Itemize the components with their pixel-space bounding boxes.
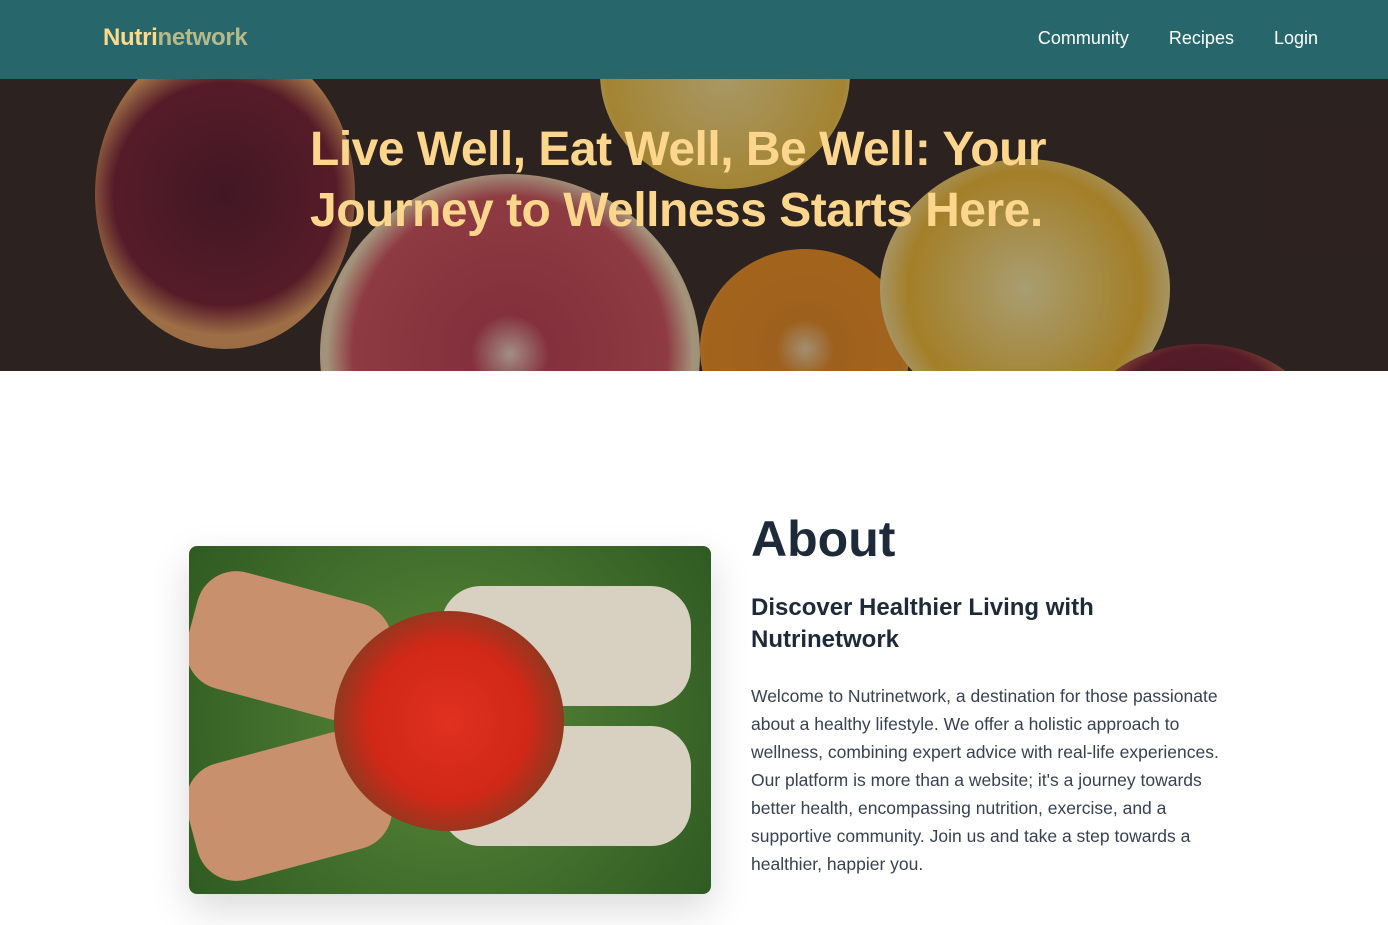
hero-title: Live Well, Eat Well, Be Well: Your Journ… <box>310 123 1047 237</box>
hero-banner: Live Well, Eat Well, Be Well: Your Journ… <box>0 79 1388 371</box>
about-heading: About <box>751 511 896 567</box>
logo-part-1: Nutri <box>103 24 158 51</box>
logo-part-2: network <box>157 24 248 51</box>
logo[interactable]: Nutrinetwork <box>103 24 248 52</box>
top-navbar: Nutrinetwork Community Recipes Login <box>0 0 1388 79</box>
nav-login[interactable]: Login <box>1274 28 1318 49</box>
about-body: Welcome to Nutrinetwork, a destination f… <box>751 686 1219 874</box>
about-image-tomatoes-bowl <box>189 546 711 894</box>
about-subheading: Discover Healthier Living with Nutrinetw… <box>751 594 1094 653</box>
nav-links: Community Recipes Login <box>1038 28 1318 49</box>
about-section: About Discover Healthier Living with Nut… <box>751 510 1231 878</box>
nav-community[interactable]: Community <box>1038 28 1129 49</box>
nav-recipes[interactable]: Recipes <box>1169 28 1234 49</box>
